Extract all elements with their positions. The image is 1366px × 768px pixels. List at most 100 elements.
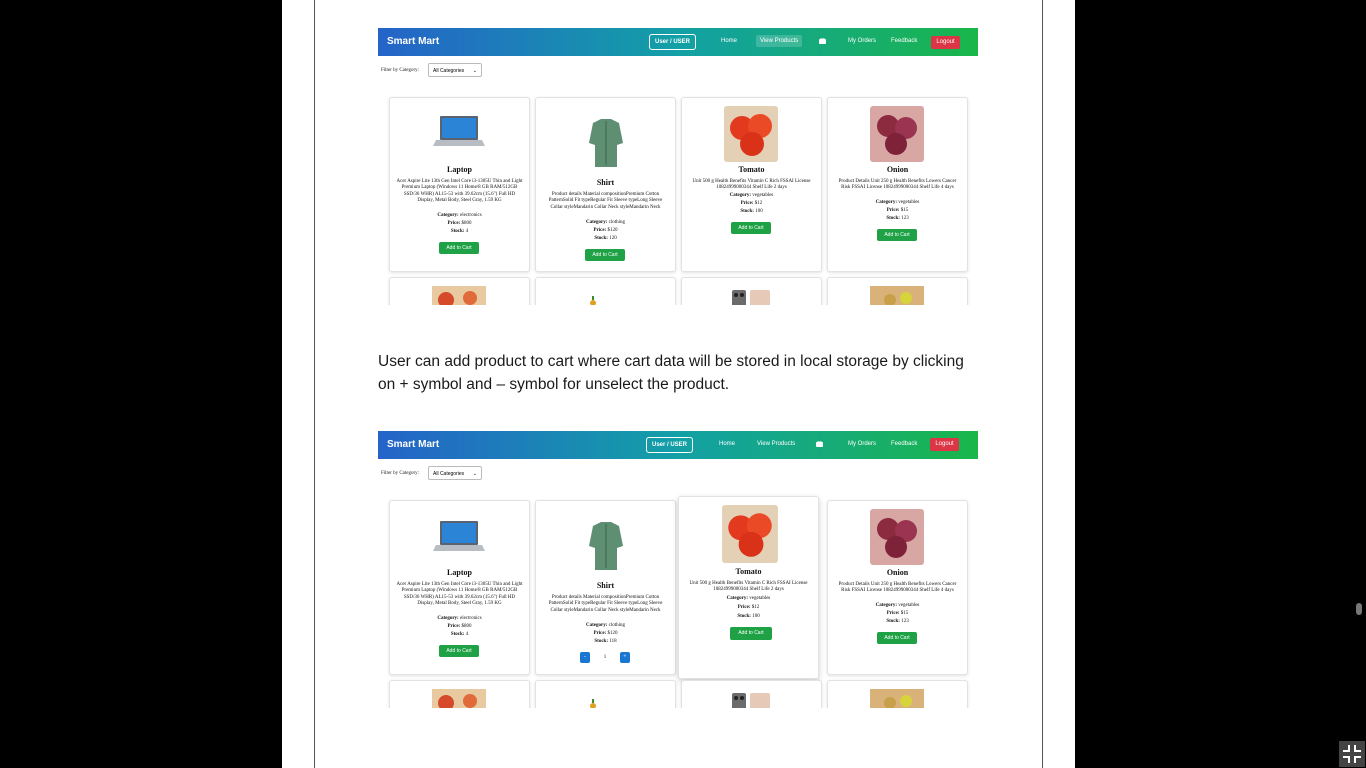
tomato-image bbox=[724, 106, 778, 162]
onion-image bbox=[870, 509, 924, 565]
product-image-partial bbox=[732, 693, 770, 708]
increase-quantity-button[interactable]: + bbox=[620, 652, 630, 663]
product-stock: Stock: 120 bbox=[594, 236, 617, 241]
product-card: Onion Product Details Unit 250 g Health … bbox=[827, 500, 968, 675]
quantity-value: 1 bbox=[603, 655, 607, 660]
logout-button[interactable]: Logout bbox=[930, 438, 959, 451]
nav-home[interactable]: Home bbox=[719, 441, 735, 447]
product-stock: Stock: 123 bbox=[886, 619, 909, 624]
product-description: Product Details Unit 250 g Health Benefi… bbox=[838, 179, 957, 191]
product-stock: Stock: 123 bbox=[886, 216, 909, 221]
nav-view-products[interactable]: View Products bbox=[756, 35, 803, 47]
product-card-partial bbox=[389, 680, 530, 708]
product-image-partial bbox=[432, 286, 486, 305]
paragraph-line-1: User can add product to cart where cart … bbox=[378, 353, 964, 370]
product-image-partial bbox=[590, 699, 596, 708]
add-to-cart-button[interactable]: Add to Cart bbox=[877, 229, 917, 241]
product-category: Category: vegetables bbox=[726, 596, 771, 601]
product-category: Category: vegetables bbox=[875, 200, 920, 205]
onion-image bbox=[870, 106, 924, 162]
product-price: Price: $120 bbox=[593, 631, 618, 636]
product-image-partial bbox=[870, 286, 924, 305]
tomato-image bbox=[722, 505, 778, 563]
add-to-cart-button[interactable]: Add to Cart bbox=[877, 632, 917, 644]
category-filter-select[interactable]: All Categories ⌄ bbox=[428, 63, 482, 77]
product-name: Tomato bbox=[735, 567, 762, 576]
nav-feedback[interactable]: Feedback bbox=[891, 38, 917, 44]
product-card-partial bbox=[827, 277, 968, 305]
paragraph-line-2: on + symbol and – symbol for unselect th… bbox=[378, 376, 730, 393]
product-card-partial bbox=[389, 277, 530, 305]
product-stock: Stock: 100 bbox=[740, 209, 763, 214]
product-description: Product details Material compositionPrem… bbox=[548, 595, 663, 613]
product-image-partial bbox=[432, 689, 486, 708]
product-name: Laptop bbox=[447, 568, 472, 577]
add-to-cart-button[interactable]: Add to Cart bbox=[730, 627, 772, 640]
brand-logo: Smart Mart bbox=[387, 36, 440, 47]
nav-home[interactable]: Home bbox=[721, 38, 737, 44]
screenshot-product-list-cart: Smart Mart User / USER Home View Product… bbox=[378, 431, 978, 708]
laptop-image bbox=[432, 511, 486, 567]
instruction-paragraph: User can add product to cart where cart … bbox=[378, 350, 978, 396]
shirt-image bbox=[579, 518, 633, 574]
cart-icon[interactable] bbox=[819, 38, 826, 44]
product-description: Product Details Unit 250 g Health Benefi… bbox=[838, 582, 957, 594]
exit-fullscreen-icon[interactable] bbox=[1339, 741, 1365, 767]
product-card-partial bbox=[535, 680, 676, 708]
product-card-partial bbox=[681, 680, 822, 708]
nav-feedback[interactable]: Feedback bbox=[891, 441, 917, 447]
chevron-down-icon: ⌄ bbox=[472, 471, 477, 477]
user-badge[interactable]: User / USER bbox=[646, 437, 694, 453]
product-price: Price: $12 bbox=[740, 201, 763, 206]
product-name: Shirt bbox=[596, 581, 615, 590]
product-card: Tomato Unit 500 g Health Benefits Vitami… bbox=[678, 496, 819, 679]
page-border-right bbox=[1042, 0, 1043, 768]
category-filter-select[interactable]: All Categories ⌄ bbox=[428, 466, 482, 480]
product-card-partial bbox=[827, 680, 968, 708]
add-to-cart-button[interactable]: Add to Cart bbox=[585, 249, 625, 261]
navbar: Smart Mart User / USER Home View Product… bbox=[378, 28, 978, 56]
filter-label: Filter by Category: bbox=[381, 471, 420, 476]
product-category: Category: clothing bbox=[585, 220, 626, 225]
add-to-cart-button[interactable]: Add to Cart bbox=[731, 222, 771, 234]
product-price: Price: $800 bbox=[447, 624, 472, 629]
product-card: Shirt Product details Material compositi… bbox=[535, 500, 676, 675]
product-description: Unit 500 g Health Benefits Vitamin C Ric… bbox=[692, 179, 811, 191]
product-price: Price: $800 bbox=[447, 221, 472, 226]
nav-my-orders[interactable]: My Orders bbox=[848, 38, 876, 44]
page-border-left bbox=[314, 0, 315, 768]
product-image-partial bbox=[590, 296, 596, 305]
product-category: Category: vegetables bbox=[875, 603, 920, 608]
product-name: Onion bbox=[886, 568, 909, 577]
product-description: Product details Material compositionPrem… bbox=[548, 192, 663, 210]
product-card: Laptop Acer Aspire Lite 13th Gen Intel C… bbox=[389, 97, 530, 272]
product-category: Category: electronics bbox=[437, 616, 482, 621]
filter-value: All Categories bbox=[433, 68, 465, 74]
nav-view-products[interactable]: View Products bbox=[757, 441, 795, 447]
product-name: Laptop bbox=[447, 165, 472, 174]
scrollbar-thumb[interactable] bbox=[1356, 603, 1362, 615]
add-to-cart-button[interactable]: Add to Cart bbox=[439, 242, 479, 254]
cart-icon[interactable] bbox=[816, 441, 823, 447]
product-card-partial bbox=[681, 277, 822, 305]
decrease-quantity-button[interactable]: - bbox=[580, 652, 590, 663]
product-card: Onion Product Details Unit 250 g Health … bbox=[827, 97, 968, 272]
logout-button[interactable]: Logout bbox=[931, 36, 960, 49]
add-to-cart-button[interactable]: Add to Cart bbox=[439, 645, 479, 657]
screenshot-product-list: Smart Mart User / USER Home View Product… bbox=[378, 28, 978, 305]
user-badge[interactable]: User / USER bbox=[649, 34, 697, 50]
product-category: Category: electronics bbox=[437, 213, 482, 218]
filter-label: Filter by Category: bbox=[381, 68, 420, 73]
product-card: Shirt Product details Material compositi… bbox=[535, 97, 676, 272]
product-stock: Stock: 100 bbox=[737, 614, 760, 619]
chevron-down-icon: ⌄ bbox=[472, 68, 477, 74]
document-page: Smart Mart User / USER Home View Product… bbox=[282, 0, 1075, 768]
laptop-image bbox=[432, 106, 486, 162]
product-price: Price: $120 bbox=[593, 228, 618, 233]
product-card-partial bbox=[535, 277, 676, 305]
product-price: Price: $12 bbox=[737, 605, 760, 610]
product-card: Tomato Unit 500 g Health Benefits Vitami… bbox=[681, 97, 822, 272]
nav-my-orders[interactable]: My Orders bbox=[848, 441, 876, 447]
product-category: Category: clothing bbox=[585, 623, 626, 628]
product-price: Price: $15 bbox=[886, 611, 909, 616]
